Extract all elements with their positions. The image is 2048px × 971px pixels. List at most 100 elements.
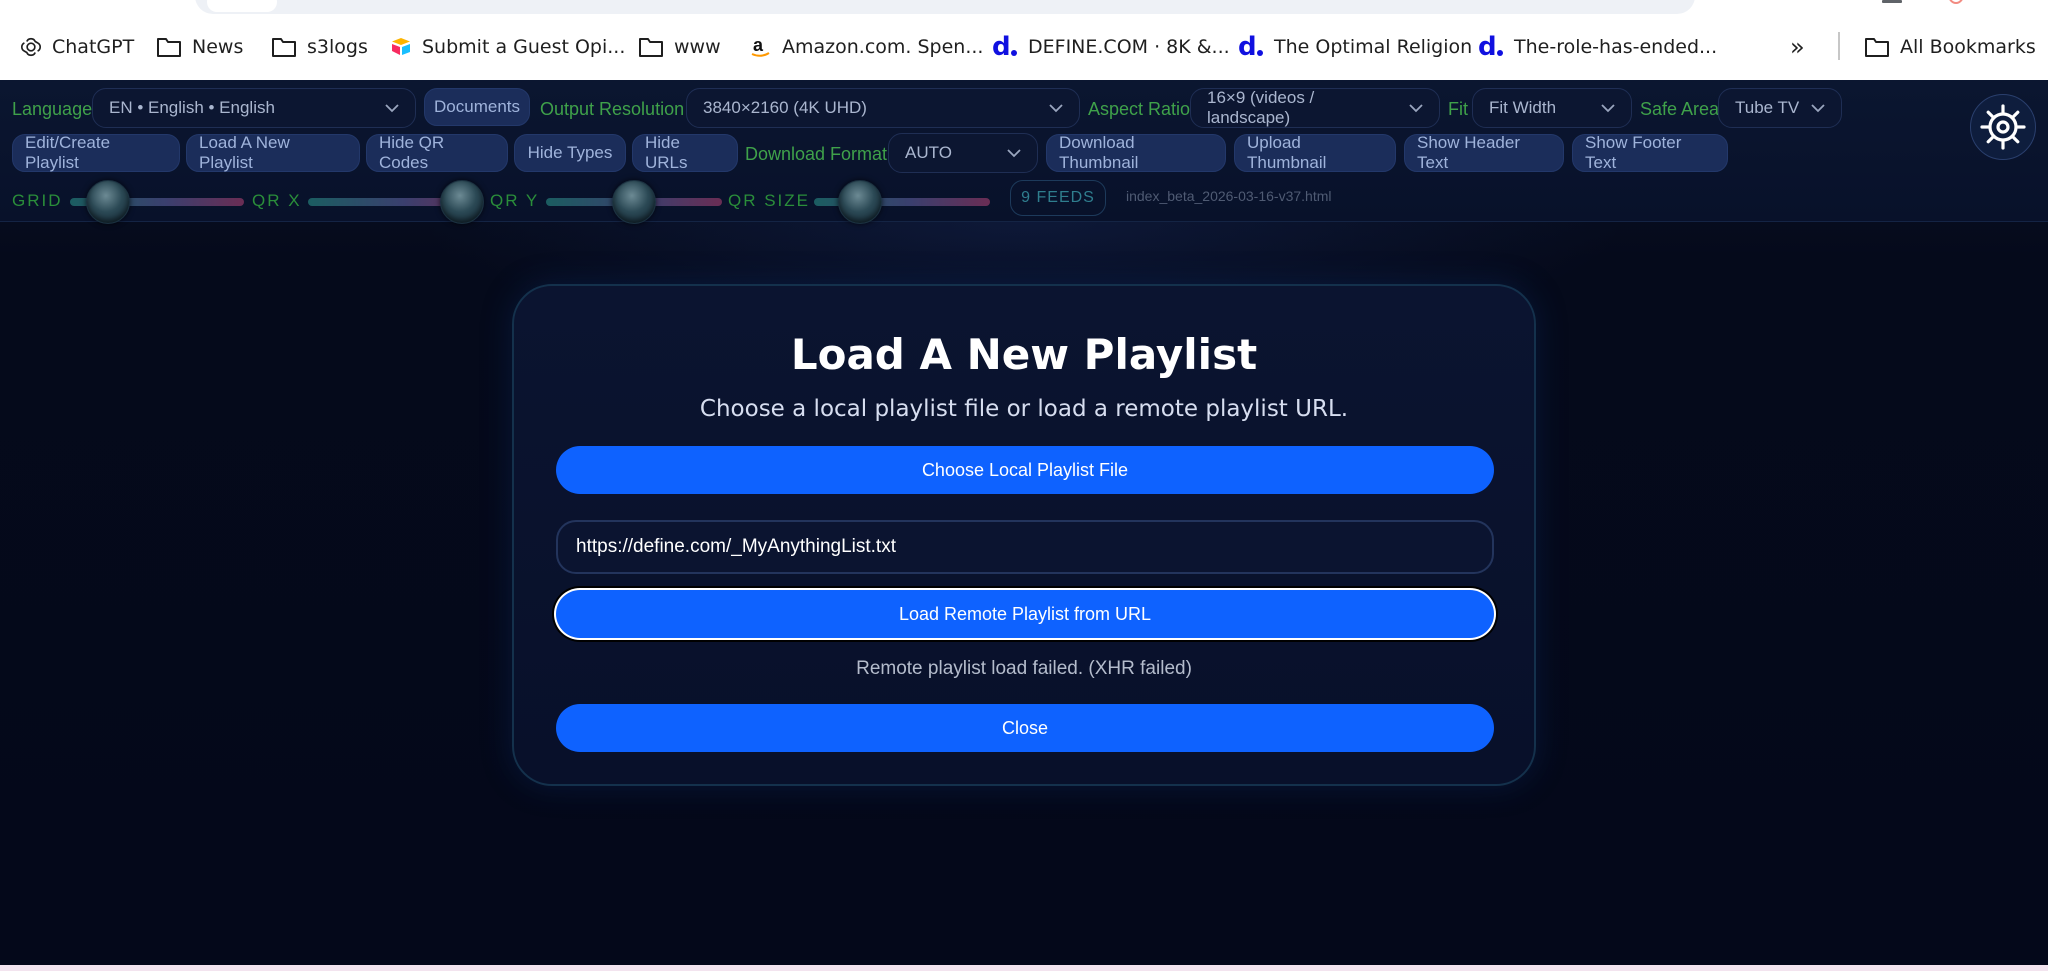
download-format-value: AUTO [905,143,952,162]
chevron-down-icon [385,103,399,112]
load-remote-playlist-button[interactable]: Load Remote Playlist from URL [556,590,1494,638]
output-resolution-value: 3840×2160 (4K UHD) [703,98,867,117]
bookmark-label: The-role-has-ended... [1514,36,1718,58]
airtable-icon [390,37,412,57]
bookmark-label: www [674,36,721,58]
bookmark-label: s3logs [307,36,368,58]
qr-x-slider-thumb[interactable] [440,180,484,224]
show-header-text-button[interactable]: Show Header Text [1404,133,1564,172]
upload-thumbnail-button[interactable]: Upload Thumbnail [1234,133,1396,172]
button-label: Upload Thumbnail [1247,133,1327,172]
toolbar-icon-partial[interactable] [1882,0,1902,3]
qr-size-slider-thumb[interactable] [838,180,882,224]
hide-types-button[interactable]: Hide Types [514,134,626,172]
chevron-down-icon [1409,103,1423,112]
language-control: Language [12,90,92,128]
bookmarks-bar: ChatGPT News s3logs Submit a Guest Opi..… [0,28,2048,66]
bookmark-label: ChatGPT [52,36,135,58]
button-label: Edit/Create Playlist [25,133,111,172]
language-select[interactable]: EN • English • English [92,88,416,128]
aspect-ratio-select[interactable]: 16×9 (videos / landscape) [1190,88,1440,128]
svg-text:d: d [992,33,1011,61]
download-format-control: Download Format [745,135,887,173]
bookmark-label: The Optimal Religion [1274,36,1473,58]
profile-avatar-partial[interactable] [1948,0,1964,4]
folder-icon [156,36,182,58]
download-format-select[interactable]: AUTO [888,133,1038,173]
bookmark-chatgpt[interactable]: ChatGPT [20,28,134,66]
bottom-strip [0,965,2048,971]
app-area: Language EN • English • English Document… [0,80,2048,965]
button-label: Show Header Text [1417,133,1521,172]
grid-slider-thumb[interactable] [86,180,130,224]
bookmark-optimal-religion[interactable]: d The Optimal Religion [1238,28,1472,66]
chevron-down-icon [1049,103,1063,112]
status-message: Remote playlist load failed. (XHR failed… [856,658,1192,679]
choose-local-file-button[interactable]: Choose Local Playlist File [556,446,1494,494]
button-label: Download Thumbnail [1059,133,1139,172]
aspect-ratio-control: Aspect Ratio [1088,90,1190,128]
output-resolution-label: Output Resolution [540,98,685,119]
settings-button[interactable] [1970,94,2036,160]
qr-y-slider-thumb[interactable] [612,180,656,224]
button-label: Load A New Playlist [199,133,290,172]
button-label: Close [1001,717,1049,738]
documents-button[interactable]: Documents [424,88,530,126]
modal-title: Load A New Playlist [790,330,1258,379]
feeds-badge-label: 9 FEEDS [1021,189,1095,206]
safe-area-label: Safe Area [1640,98,1720,119]
safe-area-select[interactable]: Tube TV [1718,88,1842,128]
edit-create-playlist-button[interactable]: Edit/Create Playlist [12,133,180,172]
button-label: Show Footer Text [1585,133,1682,172]
modal-subtitle: Choose a local playlist file or load a r… [699,396,1349,422]
bookmark-amazon[interactable]: a Amazon.com. Spen... [750,28,983,66]
more-bookmarks-button[interactable]: » [1790,28,1805,66]
download-thumbnail-button[interactable]: Download Thumbnail [1046,133,1226,172]
documents-button-label: Documents [434,97,520,116]
aspect-ratio-value: 16×9 (videos / landscape) [1207,88,1315,127]
hide-qr-codes-button[interactable]: Hide QR Codes [366,133,508,172]
load-playlist-modal: Load A New Playlist Choose a local playl… [512,284,1536,786]
bookmark-label: Submit a Guest Opi... [422,36,626,58]
close-button[interactable]: Close [556,704,1494,752]
qr-size-slider-label: QR SIZE [728,191,811,210]
fit-label: Fit [1448,98,1468,119]
fit-value: Fit Width [1489,98,1557,117]
app-toolbar: Language EN • English • English Document… [0,80,2048,224]
all-bookmarks-button[interactable]: All Bookmarks [1864,28,2036,66]
aspect-ratio-label: Aspect Ratio [1088,98,1191,119]
feeds-badge[interactable]: 9 FEEDS [1010,180,1106,216]
chevron-down-icon [1007,148,1021,157]
chevron-down-icon [1601,103,1615,112]
bookmark-www[interactable]: www [638,28,721,66]
safe-area-value: Tube TV [1735,98,1800,117]
bookmark-submit-guest[interactable]: Submit a Guest Opi... [390,28,625,66]
svg-text:a: a [753,35,764,55]
bookmark-role-has-ended[interactable]: d The-role-has-ended... [1478,28,1717,66]
grid-slider-label: GRID [12,191,63,210]
address-bar[interactable] [195,0,1695,14]
chatgpt-icon [20,36,42,58]
button-label: Hide QR Codes [379,133,445,172]
define-icon: d [1478,33,1504,61]
show-footer-text-button[interactable]: Show Footer Text [1572,133,1728,172]
svg-text:d: d [1478,33,1497,61]
folder-icon [1864,36,1890,58]
bookmark-label: DEFINE.COM · 8K &... [1028,36,1230,58]
safe-area-control: Safe Area [1640,90,1719,128]
language-value: EN • English • English [109,98,275,117]
load-new-playlist-button[interactable]: Load A New Playlist [186,133,360,172]
folder-icon [638,36,664,58]
output-resolution-select[interactable]: 3840×2160 (4K UHD) [686,88,1080,128]
button-label: Hide Types [527,143,613,162]
svg-text:d: d [1238,33,1257,61]
hide-urls-button[interactable]: Hide URLs [632,133,738,172]
bookmarks-divider [1838,32,1840,60]
fit-select[interactable]: Fit Width [1472,88,1632,128]
playlist-url-input[interactable]: https://define.com/_MyAnythingList.txt [556,520,1494,574]
bookmark-s3logs[interactable]: s3logs [271,28,368,66]
bookmark-news[interactable]: News [156,28,243,66]
bookmark-define[interactable]: d DEFINE.COM · 8K &... [992,28,1230,66]
button-label: Hide URLs [645,133,688,172]
gear-icon [1980,104,2026,150]
